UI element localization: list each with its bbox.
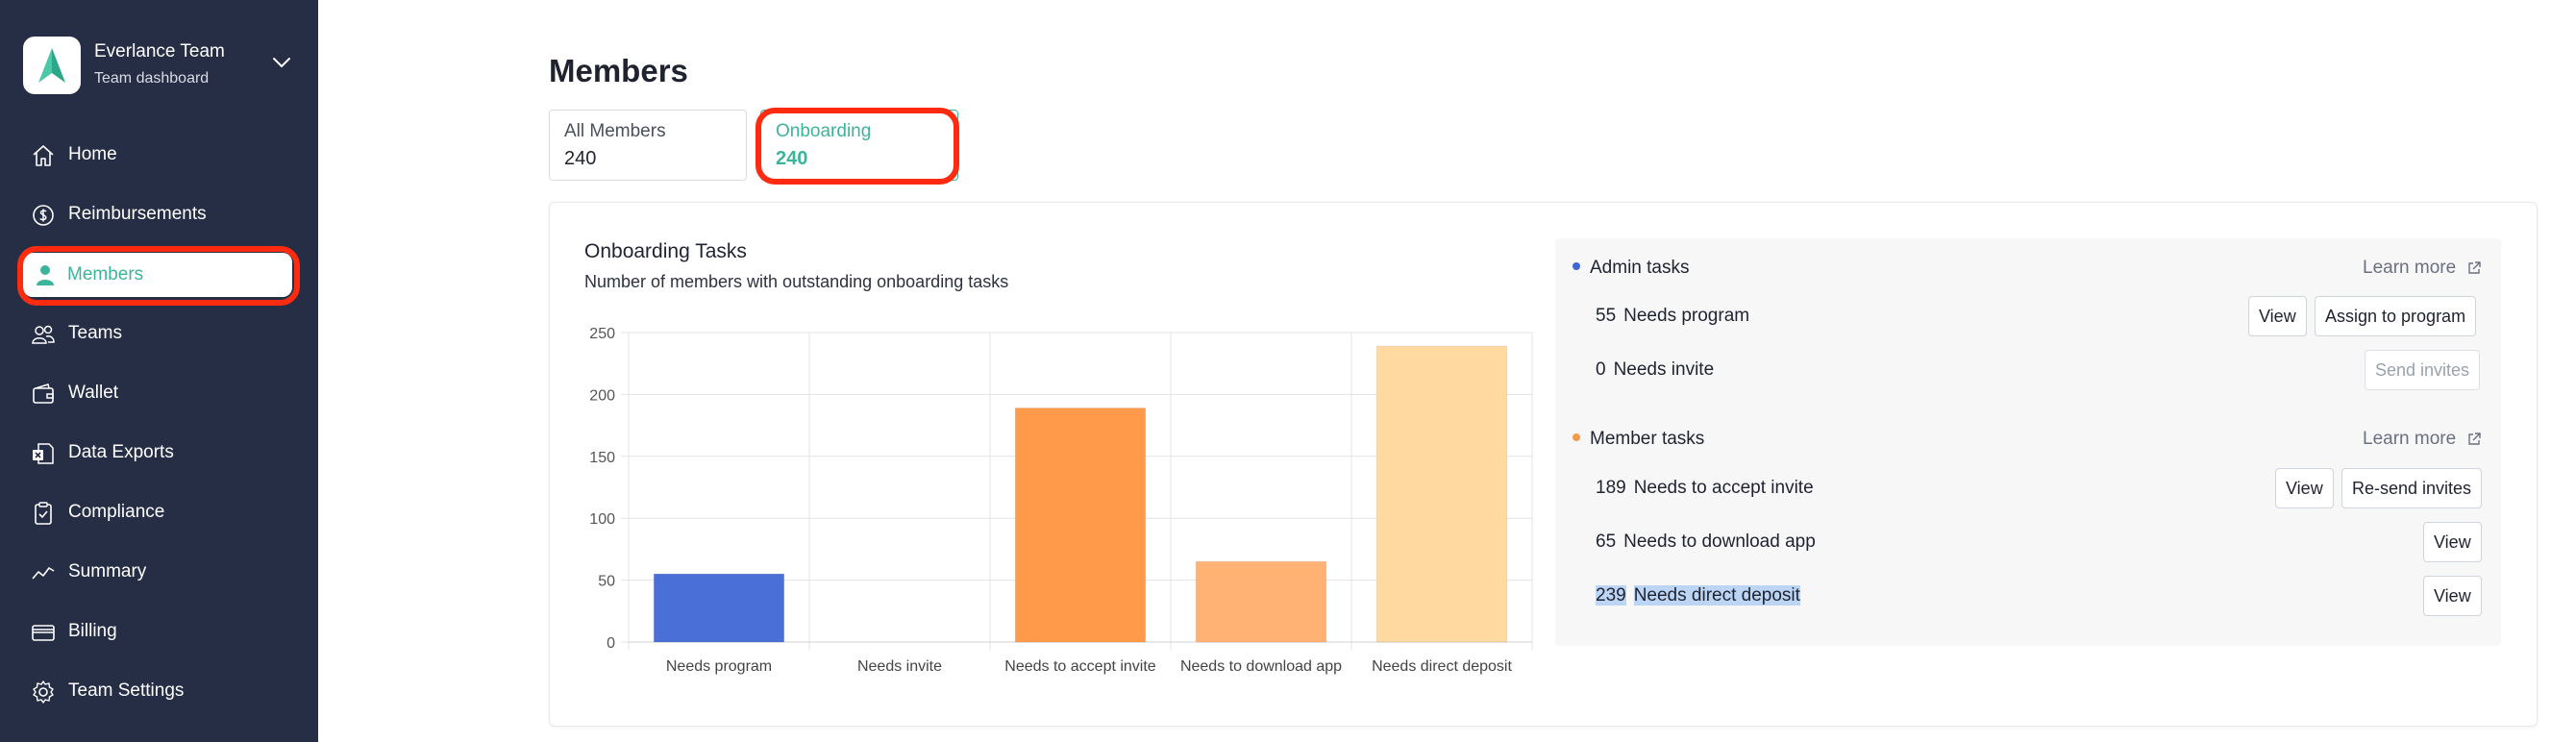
member-learn-more-link[interactable]: Learn more: [2363, 429, 2482, 450]
resend-invites-button[interactable]: Re-send invites: [2341, 468, 2483, 508]
y-tick-label: 0: [607, 635, 615, 652]
sidebar-item-label: Compliance: [68, 502, 165, 522]
sidebar-item-label: Summary: [68, 561, 147, 581]
bar: [1195, 560, 1327, 643]
trend-line-icon: [32, 567, 55, 580]
sidebar-item-label: Data Exports: [68, 442, 174, 462]
member-tasks-heading: Member tasks: [1573, 429, 1704, 450]
sidebar-item-label: Reimbursements: [68, 204, 207, 224]
highlight-annotation: [755, 108, 959, 185]
y-tick-label: 50: [598, 574, 615, 590]
home-icon: [33, 145, 54, 166]
sidebar-item-label: Team Settings: [68, 680, 185, 701]
wallet-icon: [33, 383, 54, 404]
tasks-panel: Admin tasks Learn more 55 Needs program V…: [1555, 238, 2501, 646]
view-needs-program-button[interactable]: View: [2248, 296, 2307, 336]
sidebar-item-teams[interactable]: Teams: [19, 309, 298, 359]
member-dot: [1573, 433, 1580, 441]
y-tick-label: 200: [589, 387, 615, 404]
everlance-logo: [23, 37, 81, 94]
y-tick-label: 250: [589, 326, 615, 342]
sidebar-item-label: Home: [68, 144, 117, 164]
send-invites-button[interactable]: Send invites: [2365, 350, 2481, 390]
sidebar-item-label: Billing: [68, 621, 117, 641]
dollar-icon: [33, 205, 54, 226]
bar: [1014, 408, 1147, 643]
view-needs-accept-invite-button[interactable]: View: [2275, 468, 2334, 508]
admin-dot: [1573, 261, 1580, 270]
sidebar-item-wallet[interactable]: Wallet: [19, 369, 298, 419]
chart-title: Onboarding Tasks: [584, 240, 747, 262]
external-link-icon: [2468, 433, 2482, 445]
sidebar-item-summary[interactable]: Summary: [19, 548, 298, 598]
tab-all-members[interactable]: All Members 240: [549, 110, 747, 181]
chart-subtitle: Number of members with outstanding onboa…: [584, 272, 1009, 291]
y-tick-label: 150: [589, 450, 615, 466]
sidebar: Everlance Team Team dashboard Home Reimb…: [0, 0, 318, 742]
sidebar-item-team-settings[interactable]: Team Settings: [19, 667, 298, 717]
sidebar-item-label: Wallet: [68, 383, 119, 403]
credit-card-icon: [32, 625, 55, 641]
gear-icon: [33, 680, 54, 704]
assign-to-program-button[interactable]: Assign to program: [2315, 296, 2477, 336]
team-name: Everlance Team: [94, 41, 225, 62]
task-row-needs-to-download-app: 65 Needs to download app: [1596, 532, 1816, 552]
sidebar-item-label: Teams: [68, 323, 122, 343]
chevron-down-icon[interactable]: [271, 52, 292, 73]
clipboard-check-icon: [35, 502, 52, 525]
page-title: Members: [549, 53, 688, 88]
task-row-needs-direct-deposit: 239 Needs direct deposit: [1596, 585, 1800, 606]
sidebar-item-compliance[interactable]: Compliance: [19, 488, 298, 538]
admin-tasks-heading: Admin tasks: [1573, 258, 1689, 279]
task-row-needs-invite: 0 Needs invite: [1596, 359, 1715, 380]
y-tick-label: 100: [589, 511, 615, 528]
x-tick-label: Needs program: [666, 658, 772, 675]
highlight-annotation: [17, 246, 300, 306]
tab-label: All Members: [564, 121, 666, 141]
sidebar-item-home[interactable]: Home: [19, 131, 298, 181]
tab-count: 240: [564, 148, 597, 169]
sidebar-item-reimbursements[interactable]: Reimbursements: [19, 190, 298, 240]
spreadsheet-icon: [33, 443, 54, 464]
sidebar-item-data-exports[interactable]: Data Exports: [19, 429, 298, 479]
team-switcher[interactable]: Everlance Team Team dashboard: [23, 37, 302, 94]
external-link-icon: [2468, 261, 2482, 274]
x-tick-label: Needs direct deposit: [1372, 658, 1512, 675]
task-row-needs-to-accept-invite: 189 Needs to accept invite: [1596, 478, 1814, 498]
bar: [1375, 345, 1508, 643]
x-tick-label: Needs to accept invite: [1004, 658, 1156, 675]
view-needs-download-app-button[interactable]: View: [2423, 522, 2482, 562]
bar: [653, 573, 785, 643]
task-row-needs-program: 55 Needs program: [1596, 306, 1750, 326]
x-tick-label: Needs to download app: [1180, 658, 1342, 675]
admin-learn-more-link[interactable]: Learn more: [2363, 258, 2482, 279]
people-icon: [32, 325, 55, 344]
view-needs-direct-deposit-button[interactable]: View: [2423, 576, 2482, 616]
x-tick-label: Needs invite: [857, 658, 942, 675]
team-subtitle: Team dashboard: [94, 70, 210, 87]
sidebar-item-billing[interactable]: Billing: [19, 607, 298, 657]
onboarding-bar-chart: 0 50 100 150 200 250 Needs program Needs invite…: [589, 326, 1533, 675]
